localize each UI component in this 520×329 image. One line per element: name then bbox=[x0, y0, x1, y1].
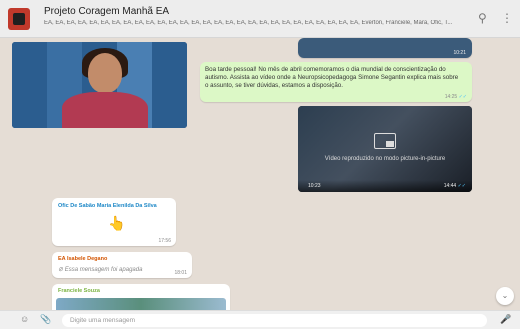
deleted-message-label: ⊘ Essa mensagem foi apagada bbox=[58, 267, 143, 273]
picture-in-picture-icon bbox=[374, 133, 396, 149]
sender-name: Ofic De Sabão Maria Elenilda Da Silva bbox=[58, 203, 157, 209]
chat-title[interactable]: Projeto Coragem Manhã EA bbox=[44, 6, 169, 17]
kebab-menu-icon[interactable]: ⋮ bbox=[501, 11, 513, 25]
outgoing-video-message-top[interactable]: 10:21 bbox=[298, 38, 472, 58]
incoming-message-deleted[interactable]: EA Isabele Degano ⊘ Essa mensagem foi ap… bbox=[52, 252, 192, 278]
message-time: 14:25 ✓✓ bbox=[444, 94, 467, 100]
incoming-message-image[interactable]: Franciele Souza bbox=[52, 284, 230, 310]
message-list[interactable]: 10:21 Boa tarde pessoal! No mês de abril… bbox=[0, 38, 520, 310]
attach-icon[interactable]: 📎 bbox=[40, 314, 51, 325]
sender-name: EA Isabele Degano bbox=[58, 256, 108, 262]
scroll-down-button[interactable]: ⌄ bbox=[496, 287, 514, 305]
image-preview[interactable] bbox=[56, 298, 226, 310]
chat-participants[interactable]: EA, EA, EA, EA, EA, EA, EA, EA, EA, EA, … bbox=[44, 20, 454, 26]
sender-name: Franciele Souza bbox=[58, 288, 100, 294]
video-duration: 10:23 bbox=[308, 183, 321, 189]
incoming-message-emoji[interactable]: Ofic De Sabão Maria Elenilda Da Silva 👆 … bbox=[52, 198, 176, 246]
message-time: 17:56 bbox=[158, 238, 171, 244]
compose-bar: ☺ 📎 Digite uma mensagem 🎤 bbox=[0, 310, 520, 329]
group-avatar[interactable] bbox=[8, 8, 30, 30]
emoji-icon[interactable]: ☺ bbox=[20, 314, 29, 324]
outgoing-video-message[interactable]: Vídeo reproduzido no modo picture-in-pic… bbox=[298, 106, 472, 192]
message-input[interactable]: Digite uma mensagem bbox=[62, 314, 487, 327]
double-check-icon: ✓✓ bbox=[458, 94, 467, 100]
message-time: 18:01 bbox=[174, 270, 187, 276]
message-time: 14:44 ✓✓ bbox=[443, 183, 466, 189]
pip-video-window[interactable] bbox=[12, 42, 187, 128]
chat-header: Projeto Coragem Manhã EA EA, EA, EA, EA,… bbox=[0, 0, 520, 38]
outgoing-text-message[interactable]: Boa tarde pessoal! No mês de abril comem… bbox=[200, 62, 472, 102]
pointing-up-emoji-icon: 👆 bbox=[108, 215, 126, 231]
message-time: 10:21 bbox=[453, 50, 466, 56]
message-text: Boa tarde pessoal! No mês de abril comem… bbox=[205, 66, 459, 89]
search-icon[interactable]: ⚲ bbox=[478, 11, 487, 25]
mic-icon[interactable]: 🎤 bbox=[500, 314, 511, 325]
pip-label: Vídeo reproduzido no modo picture-in-pic… bbox=[324, 156, 446, 162]
